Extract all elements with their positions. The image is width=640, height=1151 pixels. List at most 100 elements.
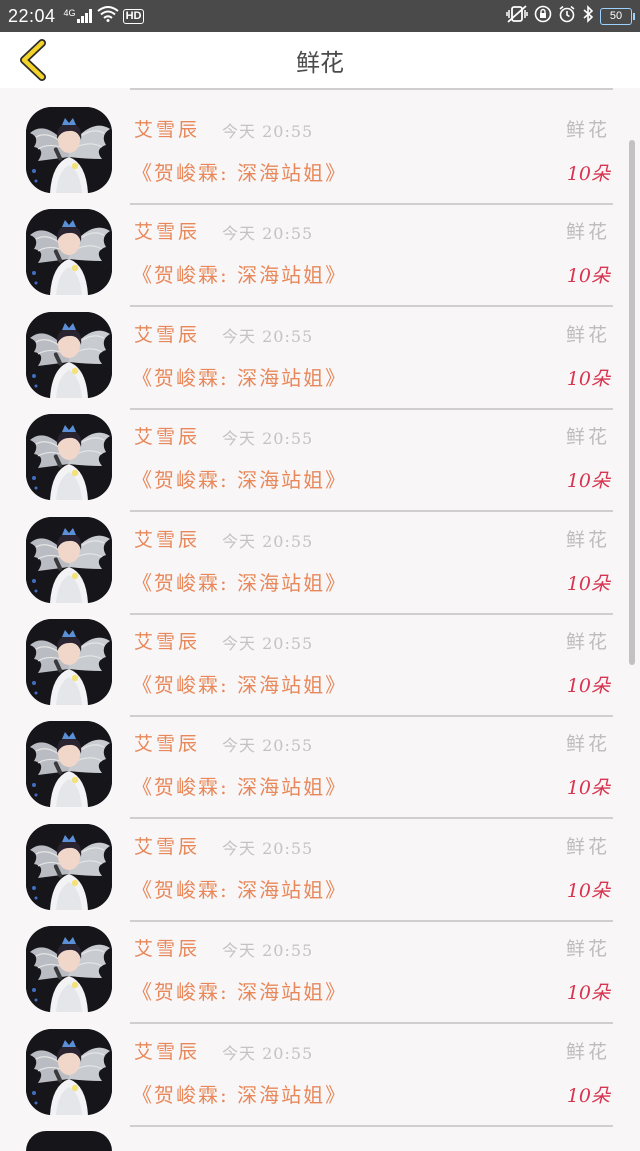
send-time: 今天 20:55 <box>222 122 314 141</box>
send-time: 今天 20:55 <box>222 326 314 346</box>
signal-icon: 4G <box>64 9 93 23</box>
send-time: 今天 20:55 <box>222 1043 314 1063</box>
work-title: 《贺峻霖: 深海站姐》 <box>132 570 348 595</box>
app-header: 鲜花 <box>0 32 640 88</box>
gift-count: 10朵 <box>566 163 610 185</box>
send-time: 今天 20:55 <box>222 633 314 653</box>
row-divider <box>130 203 613 205</box>
avatar[interactable] <box>26 311 112 398</box>
gift-category: 鲜花 <box>565 323 610 346</box>
work-title: 《贺峻霖: 深海站姐》 <box>132 775 348 800</box>
gift-category: 鲜花 <box>565 733 610 756</box>
sender-name: 艾雪辰 <box>134 835 201 858</box>
network-type-label: 4G <box>63 8 76 18</box>
avatar-image <box>26 721 112 808</box>
wifi-icon <box>96 6 119 26</box>
list-item[interactable]: 艾雪辰 今天 20:55 鲜花 《贺峻霖: 深海站姐》 10朵 <box>0 412 640 514</box>
gift-category: 鲜花 <box>565 938 610 961</box>
list-item[interactable]: 艾雪辰 今天 20:55 鲜花 《贺峻霖: 深海站姐》 10朵 <box>0 310 640 412</box>
avatar[interactable] <box>26 618 112 705</box>
row-divider <box>130 612 613 615</box>
work-title: 《贺峻霖: 深海站姐》 <box>132 877 348 902</box>
work-title: 《贺峻霖: 深海站姐》 <box>132 980 348 1005</box>
list-rows: 艾雪辰 今天 20:55 鲜花 《贺峻霖: 深海站姐》 10朵 艾雪辰 今天 2… <box>0 105 640 1129</box>
avatar[interactable] <box>26 721 112 808</box>
avatar[interactable] <box>26 1028 112 1115</box>
avatar[interactable] <box>26 823 112 910</box>
list-item[interactable]: 艾雪辰 今天 20:55 鲜花 《贺峻霖: 深海站姐》 10朵 <box>0 617 640 719</box>
work-title: 《贺峻霖: 深海站姐》 <box>132 468 348 493</box>
page-title: 鲜花 <box>296 49 344 77</box>
work-title: 《贺峻霖: 深海站姐》 <box>132 1082 348 1107</box>
send-time: 今天 20:55 <box>222 736 314 756</box>
work-title: 《贺峻霖: 深海站姐》 <box>132 365 348 390</box>
gift-count: 10朵 <box>566 367 610 390</box>
avatar[interactable] <box>26 516 112 603</box>
sender-name: 艾雪辰 <box>134 1040 201 1063</box>
avatar-image <box>26 618 112 705</box>
sender-name: 艾雪辰 <box>134 426 201 449</box>
gift-count: 10朵 <box>566 777 610 800</box>
avatar-image <box>26 516 112 603</box>
lock-rotation-icon <box>534 5 552 27</box>
sender-name: 艾雪辰 <box>134 119 201 141</box>
gift-category: 鲜花 <box>565 221 610 244</box>
gift-category: 鲜花 <box>565 426 610 449</box>
scrollbar[interactable] <box>629 140 635 665</box>
send-time: 今天 20:55 <box>222 531 314 551</box>
hd-badge: HD <box>122 8 145 24</box>
row-divider <box>130 919 613 922</box>
avatar-image <box>26 209 112 296</box>
gift-count: 10朵 <box>566 982 610 1005</box>
sender-name: 艾雪辰 <box>134 938 201 961</box>
vibrate-off-icon <box>506 5 528 27</box>
avatar[interactable] <box>26 209 112 296</box>
avatar[interactable] <box>26 414 112 501</box>
list-item[interactable]: 艾雪辰 今天 20:55 鲜花 《贺峻霖: 深海站姐》 10朵 <box>0 1027 640 1129</box>
row-divider <box>130 305 613 308</box>
gift-count: 10朵 <box>566 470 610 493</box>
row-divider <box>130 714 613 717</box>
bluetooth-icon <box>582 5 594 27</box>
sender-name: 艾雪辰 <box>134 733 201 756</box>
gift-category: 鲜花 <box>565 119 610 141</box>
sender-name: 艾雪辰 <box>134 323 201 346</box>
gift-category: 鲜花 <box>565 835 610 858</box>
list-item[interactable]: 艾雪辰 今天 20:55 鲜花 《贺峻霖: 深海站姐》 10朵 <box>0 207 640 309</box>
sender-name: 艾雪辰 <box>134 630 201 653</box>
avatar <box>26 1131 112 1151</box>
status-time: 22:04 <box>8 5 56 26</box>
row-divider <box>130 88 613 90</box>
list-item[interactable]: 艾雪辰 今天 20:55 鲜花 《贺峻霖: 深海站姐》 10朵 <box>0 515 640 617</box>
send-time: 今天 20:55 <box>222 838 314 858</box>
gift-count: 10朵 <box>566 674 610 697</box>
avatar-image <box>26 926 112 1013</box>
avatar[interactable] <box>26 107 112 193</box>
row-divider <box>130 1022 613 1025</box>
avatar[interactable] <box>26 926 112 1013</box>
send-time: 今天 20:55 <box>222 429 314 449</box>
row-divider <box>130 407 613 410</box>
battery-indicator: 50 <box>600 7 635 25</box>
alarm-icon <box>558 5 576 27</box>
gift-category: 鲜花 <box>565 1040 610 1063</box>
list-item[interactable]: 艾雪辰 今天 20:55 鲜花 《贺峻霖: 深海站姐》 10朵 <box>0 822 640 924</box>
row-divider <box>130 510 613 513</box>
send-time: 今天 20:55 <box>222 224 314 244</box>
row-divider <box>130 817 613 820</box>
status-left-icons: 4G HD <box>64 6 145 26</box>
sender-name: 艾雪辰 <box>134 221 201 244</box>
list-item[interactable]: 艾雪辰 今天 20:55 鲜花 《贺峻霖: 深海站姐》 10朵 <box>0 105 640 207</box>
send-time: 今天 20:55 <box>222 941 314 961</box>
avatar-image <box>26 414 112 501</box>
row-divider <box>130 1124 613 1127</box>
gift-category: 鲜花 <box>565 630 610 653</box>
flower-record-list[interactable]: 艾雪辰 今天 20:55 鲜花 《贺峻霖: 深海站姐》 10朵 艾雪辰 今天 2… <box>0 88 640 1138</box>
list-item[interactable]: 艾雪辰 今天 20:55 鲜花 《贺峻霖: 深海站姐》 10朵 <box>0 719 640 821</box>
work-title: 《贺峻霖: 深海站姐》 <box>132 161 348 185</box>
list-item[interactable]: 艾雪辰 今天 20:55 鲜花 《贺峻霖: 深海站姐》 10朵 <box>0 924 640 1026</box>
gift-count: 10朵 <box>566 572 610 595</box>
sender-name: 艾雪辰 <box>134 528 201 551</box>
work-title: 《贺峻霖: 深海站姐》 <box>132 263 348 288</box>
gift-count: 10朵 <box>566 879 610 902</box>
